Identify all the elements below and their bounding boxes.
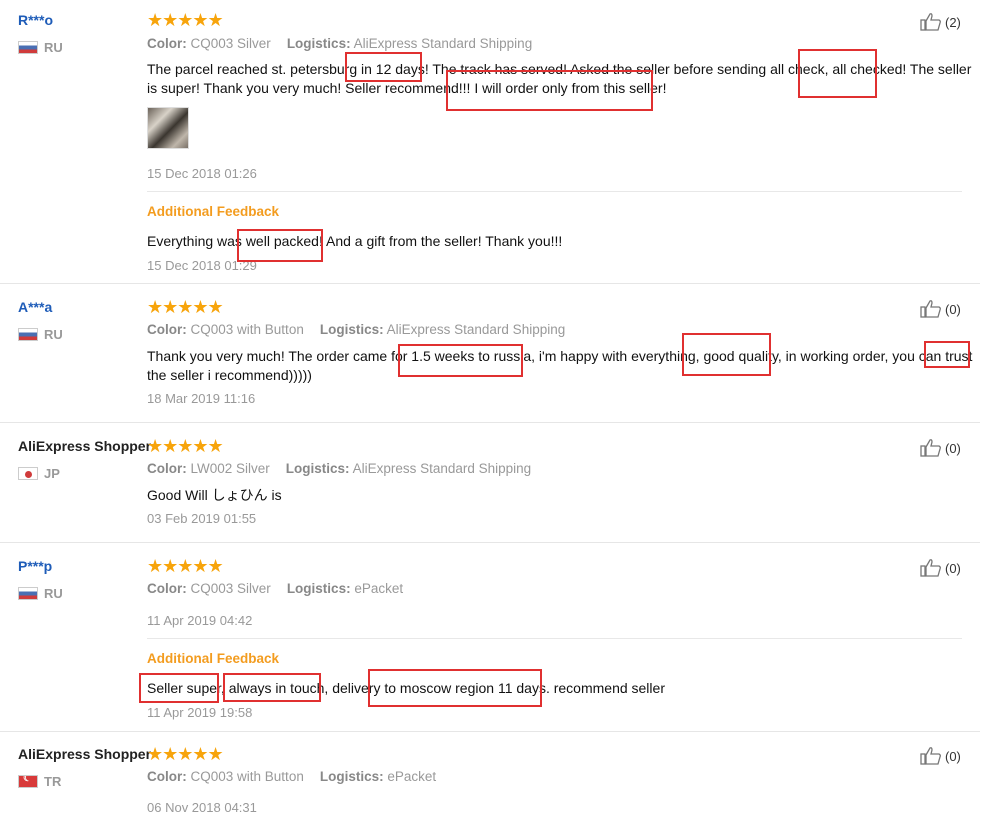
- like-count: (0): [945, 440, 961, 456]
- highlight-box: [368, 669, 542, 707]
- japan-flag-icon: [18, 467, 38, 480]
- logistics-value: AliExpress Standard Shipping: [353, 36, 533, 51]
- highlight-box: [345, 52, 422, 82]
- logistics-label: Logistics:: [286, 581, 351, 596]
- star-rating: ★★★★★: [147, 10, 224, 30]
- highlight-box: [798, 49, 877, 98]
- inner-divider: [147, 191, 962, 192]
- highlight-box: [446, 70, 653, 111]
- reviewer-name[interactable]: A***a: [18, 299, 52, 315]
- additional-feedback-date: 11 Apr 2019 19:58: [147, 705, 253, 720]
- color-value: LW002 Silver: [190, 461, 270, 476]
- review-date: 11 Apr 2019 04:42: [147, 613, 253, 628]
- reviewer-country: RU: [18, 327, 63, 342]
- highlight-box: [223, 673, 321, 702]
- country-code: RU: [44, 327, 63, 342]
- reviewer-name: AliExpress Shopper: [18, 746, 152, 762]
- like-count: (2): [945, 14, 961, 30]
- color-label: Color:: [147, 36, 187, 51]
- reviewer-name[interactable]: P***p: [18, 558, 52, 574]
- review-meta: Color: CQ003 Silver Logistics: AliExpress…: [147, 36, 532, 51]
- thumbs-up-icon: [920, 300, 941, 318]
- review-meta: Color: CQ003 Silver Logistics: ePacket: [147, 581, 403, 596]
- review-date: 03 Feb 2019 01:55: [147, 511, 257, 526]
- russia-flag-icon: [18, 328, 38, 341]
- star-rating: ★★★★★: [147, 297, 224, 317]
- logistics-value: AliExpress Standard Shipping: [352, 461, 532, 476]
- additional-feedback-title: Additional Feedback: [147, 651, 280, 666]
- logistics-value: AliExpress Standard Shipping: [386, 322, 566, 337]
- review-divider: [0, 422, 980, 423]
- reviewer-country: RU: [18, 586, 63, 601]
- reviewer-country: JP: [18, 466, 60, 481]
- logistics-label: Logistics:: [286, 36, 351, 51]
- turkey-flag-icon: [18, 775, 38, 788]
- thumbs-up-icon: [920, 747, 941, 765]
- color-value: CQ003 with Button: [190, 769, 304, 784]
- highlight-box: [139, 673, 219, 703]
- review-text: Good Will しょひん is: [147, 487, 282, 503]
- country-code: RU: [44, 40, 63, 55]
- review-divider: [0, 283, 980, 284]
- like-count: (0): [945, 301, 961, 317]
- review-meta: Color: CQ003 with Button Logistics: AliEx…: [147, 322, 565, 337]
- star-rating: ★★★★★: [147, 556, 224, 576]
- color-label: Color:: [147, 769, 187, 784]
- inner-divider: [147, 638, 962, 639]
- highlight-box: [682, 333, 771, 376]
- review-divider: [0, 542, 980, 543]
- reviewer-name[interactable]: R***o: [18, 12, 53, 28]
- star-rating: ★★★★★: [147, 436, 224, 456]
- review-photo-thumbnail[interactable]: [147, 107, 189, 149]
- review-date: 15 Dec 2018 01:26: [147, 166, 257, 181]
- color-label: Color:: [147, 461, 187, 476]
- color-label: Color:: [147, 322, 187, 337]
- highlight-box: [924, 341, 970, 368]
- like-button[interactable]: (0): [920, 438, 961, 458]
- color-value: CQ003 with Button: [190, 322, 304, 337]
- logistics-label: Logistics:: [319, 322, 384, 337]
- reviewer-name: AliExpress Shopper: [18, 438, 152, 454]
- russia-flag-icon: [18, 587, 38, 600]
- like-button[interactable]: (2): [920, 12, 961, 32]
- like-button[interactable]: (0): [920, 746, 961, 766]
- review-meta: Color: CQ003 with Button Logistics: ePack…: [147, 769, 436, 784]
- thumbs-up-icon: [920, 13, 941, 31]
- review-meta: Color: LW002 Silver Logistics: AliExpress…: [147, 461, 531, 476]
- logistics-value: ePacket: [354, 581, 404, 596]
- like-count: (0): [945, 560, 961, 576]
- logistics-label: Logistics:: [285, 461, 350, 476]
- reviewer-country: TR: [18, 774, 61, 789]
- highlight-box: [237, 229, 323, 262]
- like-button[interactable]: (0): [920, 299, 961, 319]
- reviewer-country: RU: [18, 40, 63, 55]
- review-date: 06 Nov 2018 04:31: [147, 800, 257, 815]
- review-date: 18 Mar 2019 11:16: [147, 391, 256, 406]
- color-value: CQ003 Silver: [190, 581, 271, 596]
- country-code: JP: [44, 466, 60, 481]
- review-text: Thank you very much! The order came for …: [147, 348, 973, 383]
- country-code: TR: [44, 774, 62, 789]
- review-divider: [0, 731, 980, 732]
- like-count: (0): [945, 748, 961, 764]
- additional-feedback-title: Additional Feedback: [147, 204, 280, 219]
- country-code: RU: [44, 586, 63, 601]
- star-rating: ★★★★★: [147, 744, 224, 764]
- thumbs-up-icon: [920, 439, 941, 457]
- russia-flag-icon: [18, 41, 38, 54]
- thumbs-up-icon: [920, 559, 941, 577]
- color-value: CQ003 Silver: [190, 36, 271, 51]
- logistics-label: Logistics:: [319, 769, 384, 784]
- logistics-value: ePacket: [387, 769, 437, 784]
- like-button[interactable]: (0): [920, 558, 961, 578]
- highlight-box: [398, 344, 523, 377]
- color-label: Color:: [147, 581, 187, 596]
